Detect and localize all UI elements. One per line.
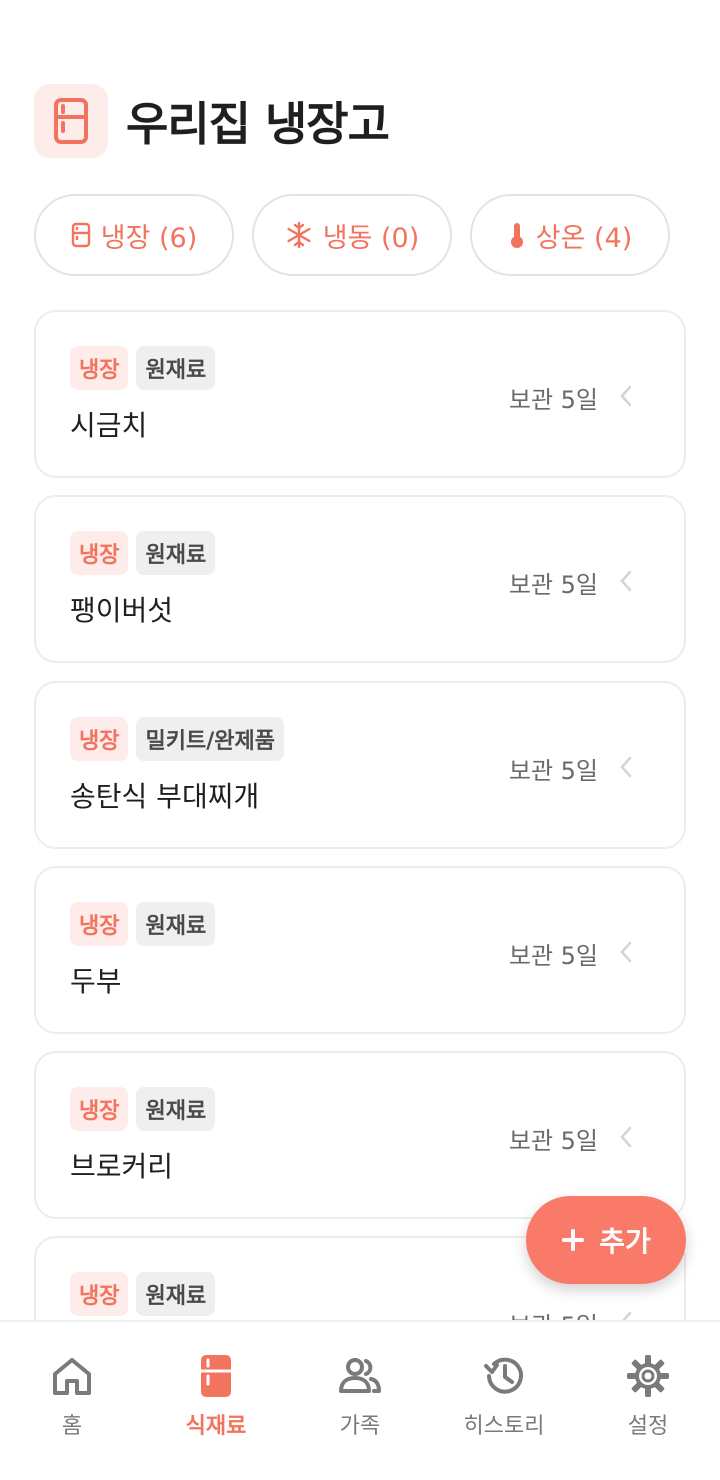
chevron-left-icon: [622, 1311, 632, 1320]
filter-label: 냉장 (6): [100, 222, 198, 254]
nav-home[interactable]: 홈: [0, 1322, 144, 1480]
plus-icon: [562, 1229, 585, 1251]
list-item[interactable]: 냉장 원재료 팽이버섯 보관 5일: [34, 495, 686, 663]
add-button-label: 추가: [599, 1225, 651, 1258]
nav-family[interactable]: 가족: [288, 1322, 432, 1480]
fridge-icon: [201, 1355, 231, 1397]
list-item[interactable]: 냉장 밀키트/완제품 송탄식 부대찌개 보관 5일: [34, 681, 686, 849]
fridge-icon: [34, 84, 108, 158]
storage-days: 보관 5일: [508, 386, 598, 414]
storage-days: 보관 5일: [508, 757, 598, 785]
ingredient-list: 냉장 원재료 시금치 보관 5일 냉장 원재료 팽이버섯 보관 5일 냉장 밀키…: [34, 310, 686, 1320]
chevron-left-icon: [620, 385, 632, 407]
storage-tag: 냉장: [70, 346, 129, 390]
storage-days: 보관 5일: [508, 942, 598, 970]
thermometer-icon: [510, 223, 523, 248]
page-title: 우리집 냉장고: [126, 97, 390, 151]
nav-history[interactable]: 히스토리: [432, 1322, 576, 1480]
people-icon: [339, 1358, 381, 1393]
category-tag: 원재료: [136, 346, 216, 390]
nav-label: 가족: [339, 1414, 381, 1439]
item-name: 시금치: [70, 409, 148, 442]
nav-label: 홈: [61, 1414, 83, 1439]
filter-label: 냉동 (0): [322, 222, 420, 254]
storage-tag: 냉장: [70, 1087, 129, 1131]
nav-label: 설정: [627, 1414, 669, 1439]
item-name: 두부: [70, 965, 122, 998]
list-item[interactable]: 냉장 원재료 시금치 보관 5일: [34, 310, 686, 478]
storage-tag: 냉장: [70, 1272, 129, 1316]
item-name: 팽이버섯: [70, 594, 174, 627]
nav-label: 식재료: [185, 1414, 247, 1439]
nav-label: 히스토리: [463, 1414, 545, 1439]
nav-ingredients[interactable]: 식재료: [144, 1322, 288, 1480]
item-name: 브로커리: [70, 1150, 174, 1183]
nav-settings[interactable]: 설정: [576, 1322, 720, 1480]
item-name: 송탄식 부대찌개: [70, 780, 260, 813]
add-item-button[interactable]: 추가: [526, 1196, 686, 1284]
page-header: 우리집 냉장고: [34, 84, 390, 158]
history-icon: [484, 1357, 523, 1394]
category-tag: 밀키트/완제품: [136, 717, 284, 761]
storage-days: 보관 5일: [508, 571, 598, 599]
category-tag: 원재료: [136, 1087, 216, 1131]
snowflake-icon: [287, 221, 311, 249]
storage-tag: 냉장: [70, 531, 129, 575]
filter-fridge[interactable]: 냉장 (6): [34, 194, 234, 276]
storage-tag: 냉장: [70, 717, 129, 761]
filter-freezer[interactable]: 냉동 (0): [252, 194, 452, 276]
storage-tag: 냉장: [70, 902, 129, 946]
storage-days: 보관 5일: [509, 1306, 598, 1320]
storage-filter-bar: 냉장 (6) 냉동 (0) 상온 (4): [34, 194, 670, 276]
category-tag: 원재료: [136, 531, 216, 575]
gear-icon: [627, 1355, 669, 1397]
storage-days: 보관 5일: [508, 1127, 598, 1155]
list-item[interactable]: 냉장 원재료 브로커리 보관 5일: [34, 1051, 686, 1219]
category-tag: 원재료: [136, 902, 216, 946]
filter-room-temp[interactable]: 상온 (4): [470, 194, 670, 276]
home-icon: [53, 1358, 91, 1395]
chevron-left-icon: [620, 1126, 632, 1148]
fridge-icon: [71, 222, 90, 248]
list-item[interactable]: 냉장 원재료 두부 보관 5일: [34, 866, 686, 1034]
chevron-left-icon: [620, 941, 632, 963]
chevron-left-icon: [620, 756, 632, 778]
bottom-nav: 홈 식재료 가족 히스토리 설정: [0, 1320, 720, 1480]
category-tag: 원재료: [136, 1272, 216, 1316]
filter-label: 상온 (4): [535, 222, 633, 254]
chevron-left-icon: [620, 570, 632, 592]
